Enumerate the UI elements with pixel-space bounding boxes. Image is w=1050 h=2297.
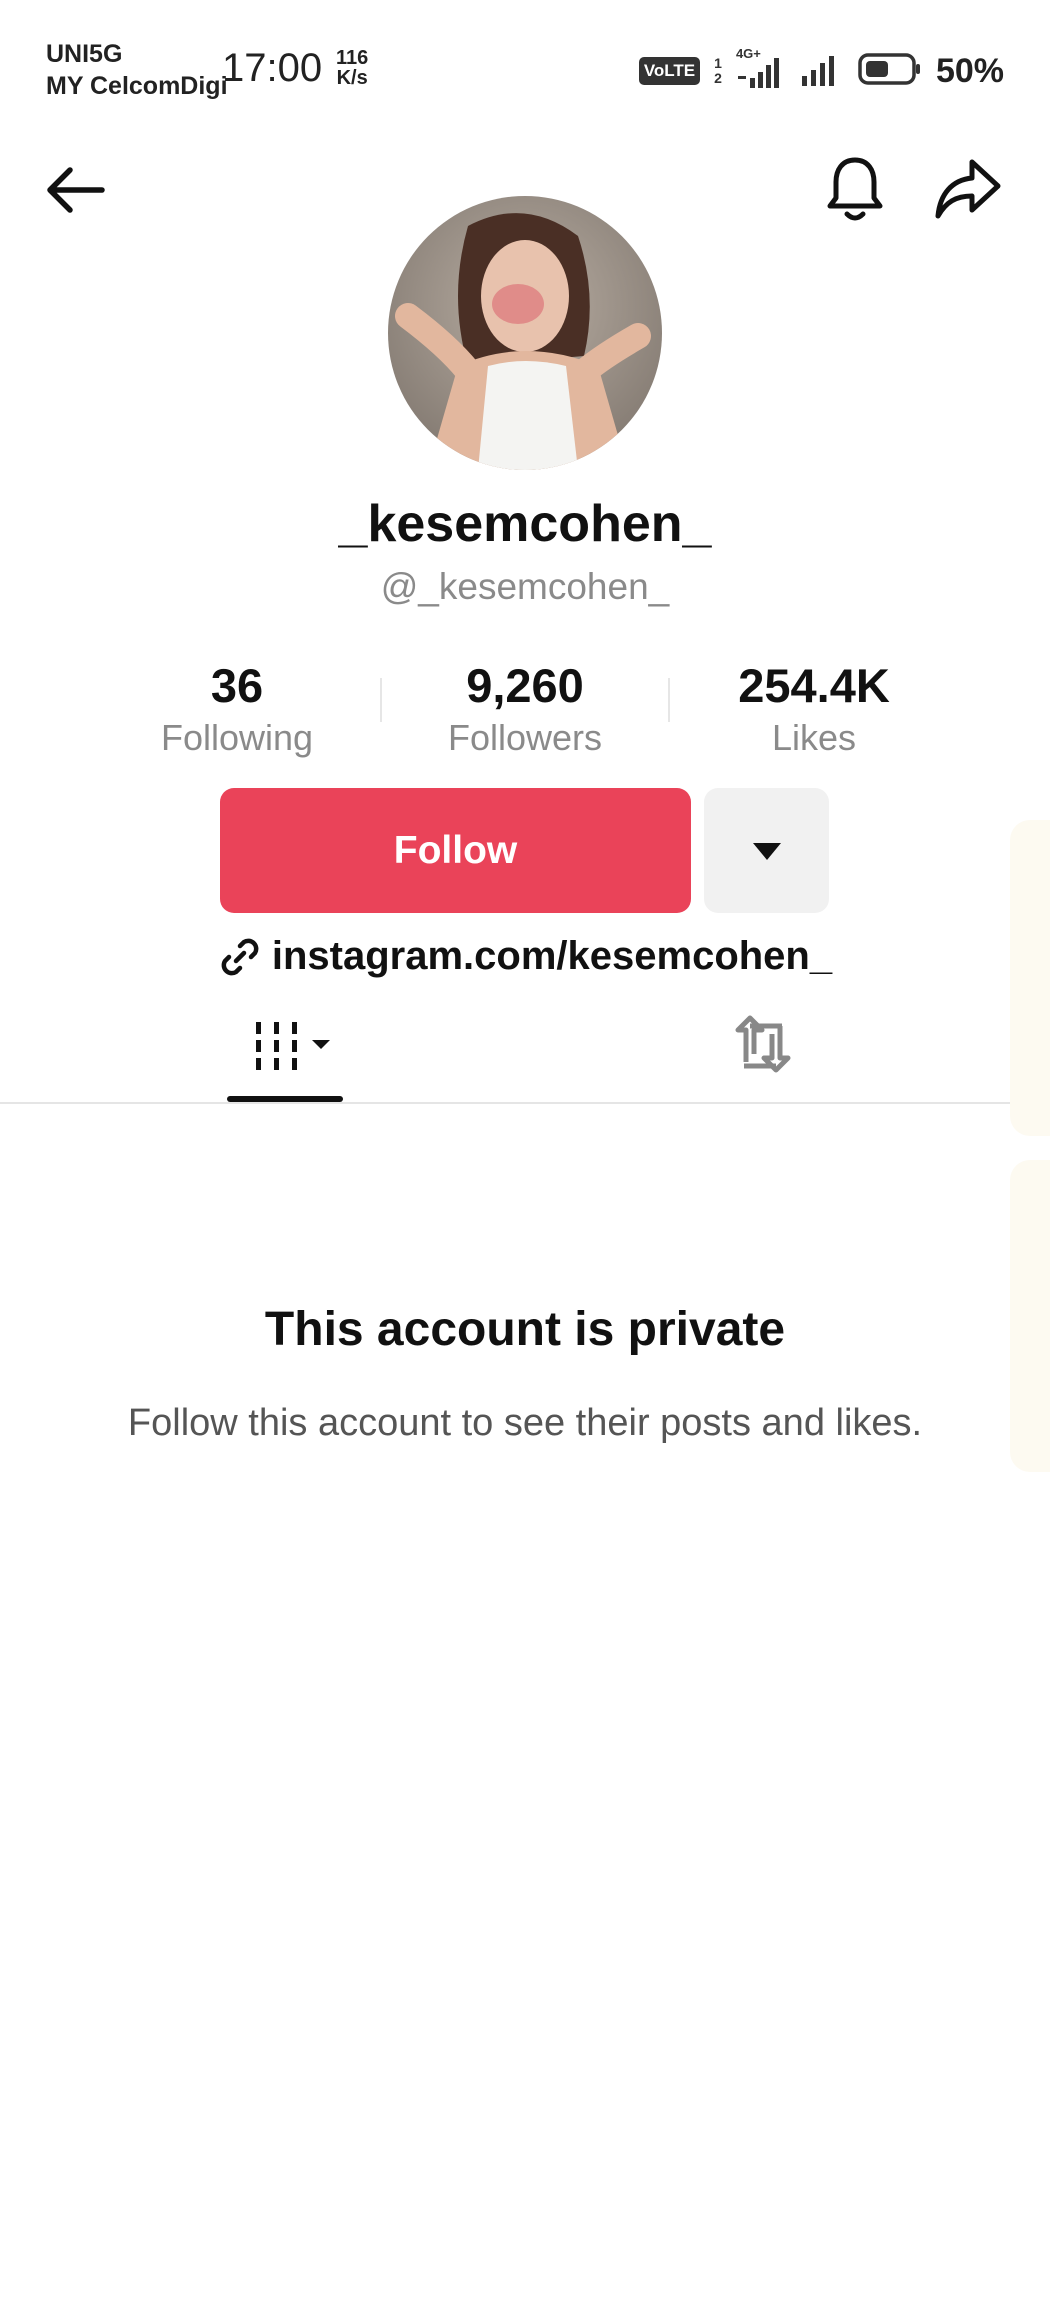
battery-percent: 50%: [935, 51, 1004, 90]
follow-button[interactable]: Follow: [220, 788, 691, 913]
stats-divider: [380, 678, 382, 722]
share-icon: [935, 159, 1001, 219]
repost-icon: [735, 1015, 791, 1073]
signal-4g-icon: 4G+: [736, 46, 786, 88]
carrier-name-2: MY CelcomDigi: [46, 72, 228, 100]
display-name: _kesemcohen_: [338, 495, 712, 553]
likes-label: Likes: [771, 717, 857, 758]
stat-following[interactable]: 36 Following: [117, 658, 357, 759]
sim-bottom: 2: [714, 70, 722, 86]
notification-button[interactable]: [822, 152, 888, 224]
username: @_kesemcohen_: [380, 566, 670, 607]
sim-top: 1: [714, 55, 722, 71]
following-count: 36: [210, 659, 264, 712]
side-panel-strip: [1010, 820, 1050, 1136]
following-label: Following: [160, 717, 314, 758]
back-button[interactable]: [40, 160, 110, 220]
network-speed: 116 K/s: [336, 48, 368, 88]
private-account-subtitle: Follow this account to see their posts a…: [127, 1402, 923, 1444]
bell-icon: [827, 157, 883, 221]
tab-videos[interactable]: [248, 1014, 338, 1079]
tabs-divider: [0, 1102, 1050, 1104]
likes-count: 254.4K: [738, 659, 890, 712]
volte-badge: VoLTE: [638, 57, 701, 85]
carrier-name-1: UNI5G: [46, 40, 123, 68]
videos-grid-icon: [256, 1022, 330, 1070]
caret-down-icon: [752, 842, 781, 860]
followers-label: Followers: [447, 717, 603, 758]
signal-bars-icon: [800, 52, 844, 91]
link-icon: [221, 938, 259, 975]
followers-count: 9,260: [466, 659, 584, 712]
tab-reposts[interactable]: [728, 1012, 798, 1081]
avatar[interactable]: [388, 196, 662, 470]
stats-divider: [668, 678, 670, 722]
stat-followers[interactable]: 9,260 Followers: [405, 658, 645, 759]
stat-likes[interactable]: 254.4K Likes: [694, 658, 934, 759]
bio-link-text: instagram.com/kesemcohen_: [271, 934, 833, 978]
battery-icon: [858, 52, 922, 91]
suggested-accounts-button[interactable]: [704, 788, 829, 913]
private-account-title: This account is private: [264, 1303, 786, 1356]
network-type-label: 4G+: [735, 46, 761, 61]
network-speed-unit: K/s: [336, 67, 368, 89]
status-indicators: VoLTE 1 2 4G+ 50%: [638, 46, 1004, 94]
status-time: 17:00: [222, 46, 323, 90]
sim-numbers: 1 2: [714, 56, 722, 86]
avatar-photo: [388, 196, 662, 470]
share-button[interactable]: [932, 156, 1004, 222]
back-arrow-icon: [47, 167, 105, 213]
bio-link[interactable]: instagram.com/kesemcohen_: [0, 934, 1050, 979]
network-speed-value: 116: [336, 47, 369, 69]
